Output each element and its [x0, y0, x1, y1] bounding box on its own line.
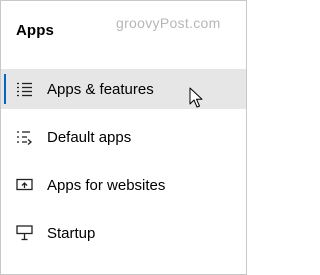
- page-title: Apps: [16, 22, 54, 39]
- nav-item-label: Default apps: [47, 128, 132, 146]
- nav-item-label: Startup: [47, 224, 96, 242]
- settings-panel: Apps groovyPost.com Apps & features Defa…: [0, 0, 247, 275]
- nav-item-apps-features[interactable]: Apps & features: [1, 69, 246, 109]
- nav-item-startup[interactable]: Startup: [1, 213, 246, 253]
- nav-item-apps-for-websites[interactable]: Apps for websites: [1, 165, 246, 205]
- selection-indicator: [4, 74, 6, 104]
- watermark: groovyPost.com: [116, 15, 221, 31]
- nav-item-label: Apps & features: [47, 80, 154, 98]
- startup-icon: [15, 224, 33, 242]
- nav-item-default-apps[interactable]: Default apps: [1, 117, 246, 157]
- apps-features-list-icon: [15, 80, 33, 98]
- apps-for-websites-icon: [15, 176, 33, 194]
- nav-item-label: Apps for websites: [47, 176, 166, 194]
- mouse-pointer-icon: [189, 87, 205, 109]
- default-apps-icon: [15, 128, 33, 146]
